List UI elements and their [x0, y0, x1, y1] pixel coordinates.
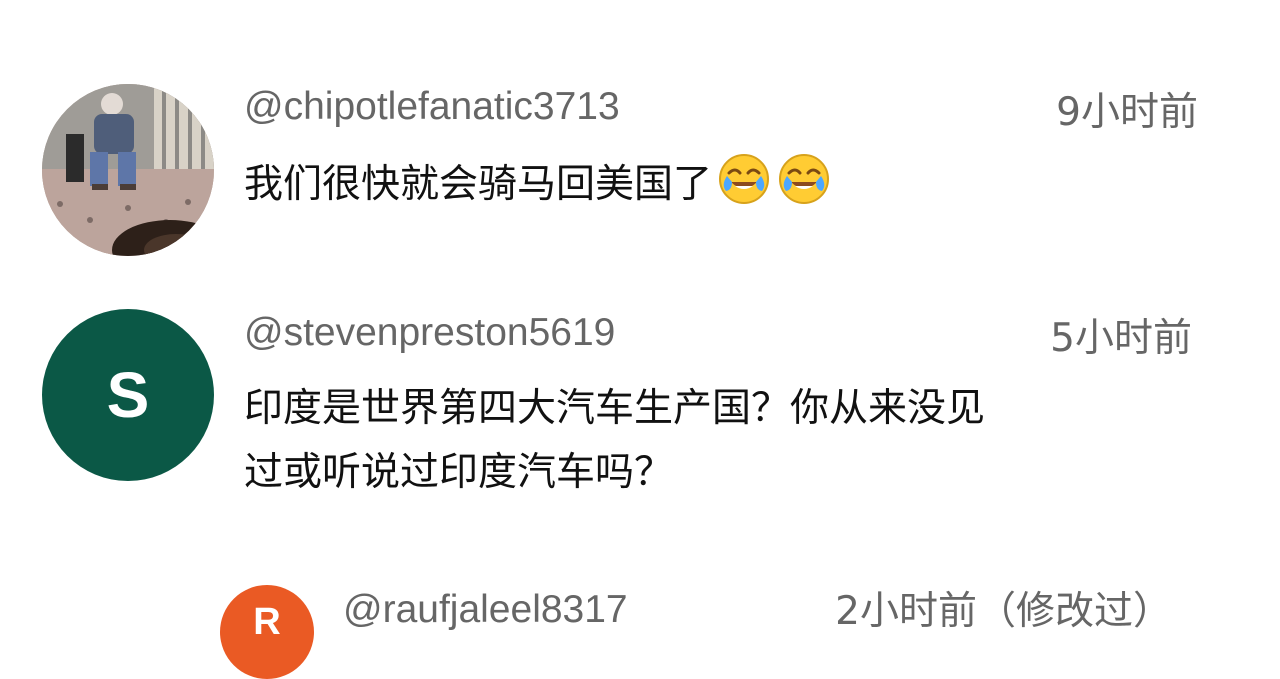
avatar-letter: R [253, 601, 281, 643]
user-avatar[interactable]: S [42, 309, 214, 481]
laughing-tears-emoji-icon [716, 151, 772, 207]
comment-text: 印度是世界第四大汽车生产国？你从来没见 过或听说过印度汽车吗？ [244, 377, 1194, 505]
comment-timestamp: 2小时前（修改过） [835, 589, 1172, 634]
comment-text: 我们很快就会骑马回美国了 [244, 151, 1144, 217]
comment-text-line: 过或听说过印度汽车吗？ [244, 450, 674, 495]
comment-author-handle[interactable]: @stevenpreston5619 [244, 309, 615, 357]
comment-author-handle[interactable]: @raufjaleel8317 [343, 586, 628, 634]
comment-timestamp: 5小时前 [1050, 316, 1192, 361]
comment-timestamp: 9小时前 [1056, 90, 1198, 135]
user-avatar[interactable] [42, 84, 214, 256]
comment-text-content: 我们很快就会骑马回美国了 [244, 162, 713, 207]
comment-text-line: 印度是世界第四大汽车生产国？你从来没见 [244, 386, 986, 431]
comment-author-handle[interactable]: @chipotlefanatic3713 [244, 83, 620, 131]
user-avatar[interactable]: R [220, 585, 314, 679]
avatar-photo-image [42, 84, 214, 256]
laughing-tears-emoji-icon [776, 151, 832, 207]
avatar-letter: S [106, 359, 150, 431]
